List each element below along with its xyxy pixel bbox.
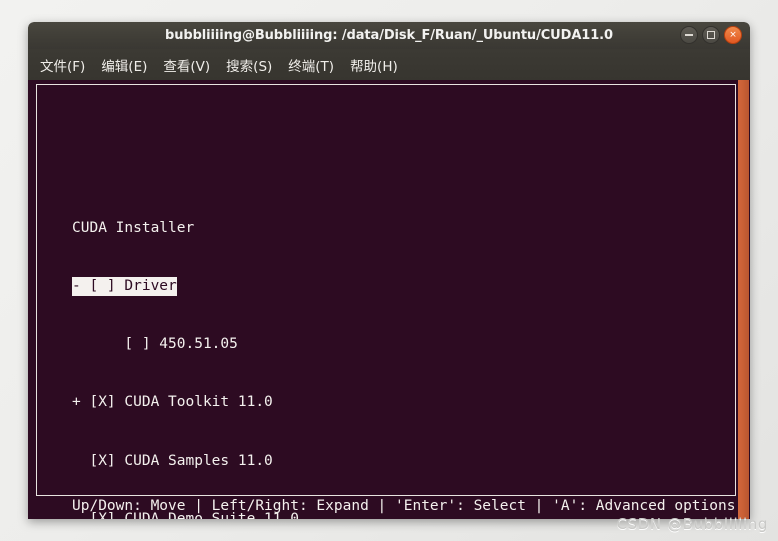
maximize-button[interactable]	[702, 26, 720, 44]
menu-item-help[interactable]: 帮助(H)	[343, 52, 405, 78]
menu-item-view[interactable]: 查看(V)	[156, 52, 217, 78]
menu-item-edit[interactable]: 编辑(E)	[94, 52, 154, 78]
terminal-content-area[interactable]: CUDA Installer - [ ] Driver [ ] 450.51.0…	[28, 80, 750, 519]
maximize-icon	[707, 31, 715, 39]
menu-bar: 文件(F) 编辑(E) 查看(V) 搜索(S) 终端(T) 帮助(H)	[28, 49, 750, 80]
cuda-option-driver-wrap: - [ ] Driver	[72, 277, 325, 297]
cuda-option-samples[interactable]: [X] CUDA Samples 11.0	[72, 452, 325, 471]
menu-item-terminal[interactable]: 终端(T)	[281, 52, 341, 78]
terminal-window: bubbliiiing@Bubbliiiing: /data/Disk_F/Ru…	[28, 22, 750, 519]
close-icon: ×	[729, 29, 737, 40]
minimize-button[interactable]	[680, 26, 698, 44]
cuda-option-driver-version[interactable]: [ ] 450.51.05	[72, 335, 325, 354]
minimize-icon	[685, 34, 693, 36]
cuda-option-toolkit[interactable]: + [X] CUDA Toolkit 11.0	[72, 393, 325, 412]
terminal-scrollbar[interactable]	[737, 80, 750, 519]
menu-item-search[interactable]: 搜索(S)	[219, 52, 279, 78]
cuda-installer-menu: CUDA Installer - [ ] Driver [ ] 450.51.0…	[72, 180, 325, 519]
close-button[interactable]: ×	[724, 26, 742, 44]
terminal-status-line: Up/Down: Move | Left/Right: Expand | 'En…	[72, 498, 736, 514]
window-titlebar[interactable]: bubbliiiing@Bubbliiiing: /data/Disk_F/Ru…	[28, 22, 750, 49]
watermark: CSDN @Bubbliiiing	[616, 515, 768, 533]
window-controls: ×	[680, 26, 742, 44]
window-title: bubbliiiing@Bubbliiiing: /data/Disk_F/Ru…	[165, 28, 613, 43]
terminal-scrollbar-thumb[interactable]	[738, 80, 749, 519]
cuda-installer-heading: CUDA Installer	[72, 219, 195, 236]
cuda-option-driver[interactable]: - [ ] Driver	[72, 277, 177, 297]
menu-item-file[interactable]: 文件(F)	[33, 52, 92, 78]
